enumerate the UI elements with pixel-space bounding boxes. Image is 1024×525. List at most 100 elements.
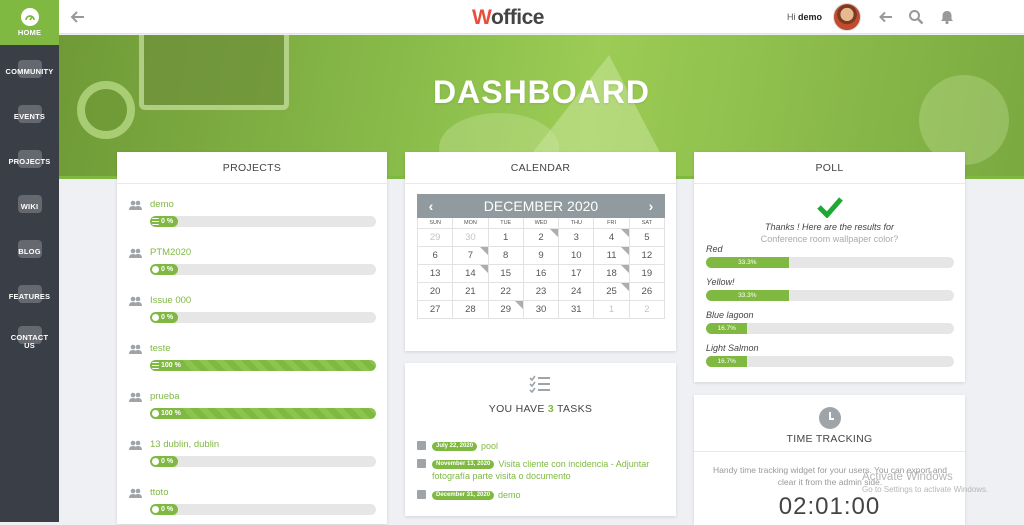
list-icon [152, 362, 159, 369]
calendar-day[interactable]: 4 [594, 229, 630, 247]
project-name[interactable]: PTM2020 [150, 247, 191, 258]
poll-option: Yellow! 33.3% [706, 277, 954, 301]
calendar-day[interactable]: 15 [488, 265, 524, 283]
sidebar-item-label: COMMUNITY [5, 66, 54, 76]
poll-option-fill: 16.7% [706, 356, 748, 367]
task-date-badge: July 22, 2020 [432, 442, 478, 452]
project-name[interactable]: teste [150, 343, 171, 354]
project-name[interactable]: demo [150, 199, 174, 210]
project-progress-bar: 0 % [150, 216, 376, 227]
clock-icon [819, 407, 841, 429]
sidebar-item-contact-us[interactable]: CONTACT US [0, 315, 59, 360]
project-name[interactable]: ttoto [150, 487, 169, 498]
calendar-day[interactable]: 9 [523, 247, 560, 265]
task-content: November 13, 2020 Visita cliente con inci… [432, 458, 652, 482]
project-progress-bar: 0 % [150, 504, 376, 515]
calendar-day[interactable]: 24 [559, 283, 595, 301]
user-greeting: Hi demo [787, 12, 823, 22]
calendar-day[interactable]: 3 [559, 229, 595, 247]
calendar-day[interactable]: 1 [488, 229, 524, 247]
sidebar-item-community[interactable]: COMMUNITY [0, 45, 59, 90]
back-arrow-icon[interactable] [69, 8, 87, 26]
task-checkbox[interactable] [417, 441, 426, 450]
calendar-day[interactable]: 29 [418, 229, 454, 247]
sidebar-item-projects[interactable]: PROJECTS [0, 135, 59, 180]
users-icon [129, 248, 142, 258]
project-name[interactable]: prueba [150, 391, 180, 402]
calendar-day[interactable]: 31 [559, 301, 595, 319]
arrow-left-icon[interactable] [878, 9, 894, 25]
poll-question: Conference room wallpaper color? [760, 234, 899, 244]
task-date-badge: December 31, 2020 [432, 491, 495, 501]
users-icon [129, 488, 142, 498]
tasks-title: YOU HAVE 3 TASKS [488, 403, 593, 415]
project-progress-badge: 0 % [150, 216, 179, 227]
poll-option-bar: 33.3% [706, 290, 954, 301]
logo[interactable]: Woffice [472, 6, 544, 30]
calendar-day[interactable]: 17 [559, 265, 595, 283]
poll-option: Light Salmon 16.7% [706, 343, 954, 367]
calendar-day[interactable]: 26 [629, 283, 665, 301]
calendar-day[interactable]: 27 [418, 301, 454, 319]
calendar-day[interactable]: 29 [488, 301, 524, 319]
calendar-weekday: FRI [594, 218, 630, 229]
calendar-day[interactable]: 19 [629, 265, 665, 283]
poll-option-label: Blue lagoon [706, 310, 754, 320]
calendar-day[interactable]: 11 [594, 247, 630, 265]
sidebar-item-home[interactable]: HOME [0, 0, 59, 45]
calendar-day[interactable]: 22 [488, 283, 524, 301]
sidebar-item-blog[interactable]: BLOG [0, 225, 59, 270]
users-icon [129, 344, 142, 354]
project-progress-bar: 0 % [150, 312, 376, 323]
calendar-day[interactable]: 23 [523, 283, 560, 301]
calendar-day[interactable]: 7 [453, 247, 489, 265]
sidebar-item-events[interactable]: EVENTS [0, 90, 59, 135]
sidebar-item-wiki[interactable]: WIKI [0, 180, 59, 225]
calendar-day[interactable]: 10 [559, 247, 595, 265]
project-progress-badge: 0 % [150, 456, 179, 467]
sidebar-item-features[interactable]: FEATURES [0, 270, 59, 315]
calendar-day[interactable]: 28 [453, 301, 489, 319]
project-progress-badge: 0 % [150, 264, 179, 275]
calendar-day[interactable]: 1 [594, 301, 630, 319]
task-text[interactable]: demo [498, 490, 521, 500]
poll-option-bar: 16.7% [706, 323, 954, 334]
calendar-grid: SUN MON TUE WED THU FRI SAT 29 30 1 2 3 4 5 6 7 8 9 10 11 12… [417, 218, 665, 319]
calendar-next-button[interactable]: › [641, 194, 661, 218]
calendar-day[interactable]: 2 [629, 301, 665, 319]
checklist-icon [529, 375, 550, 393]
project-name[interactable]: 13 dublin, dublin [150, 439, 219, 450]
project-progress-bar: 100 % [150, 408, 376, 419]
sidebar-item-label: PROJECTS [8, 156, 51, 166]
project-progress-bar: 0 % [150, 456, 376, 467]
calendar-day[interactable]: 6 [418, 247, 454, 265]
calendar-day[interactable]: 12 [629, 247, 665, 265]
calendar-day[interactable]: 21 [453, 283, 489, 301]
calendar-day[interactable]: 18 [594, 265, 630, 283]
task-checkbox[interactable] [417, 459, 426, 468]
calendar-day[interactable]: 30 [453, 229, 489, 247]
tasks-card: YOU HAVE 3 TASKS July 22, 2020 pool Novemb… [405, 363, 676, 516]
calendar-prev-button[interactable]: ‹ [421, 194, 441, 218]
calendar-day[interactable]: 2 [523, 229, 560, 247]
calendar-day[interactable]: 16 [523, 265, 560, 283]
clock-icon [152, 506, 159, 513]
calendar-day[interactable]: 20 [418, 283, 454, 301]
calendar-day[interactable]: 25 [594, 283, 630, 301]
calendar-day[interactable]: 14 [453, 265, 489, 283]
time-tracking-timer: 02:01:00 [778, 493, 881, 520]
calendar-day[interactable]: 8 [488, 247, 524, 265]
task-checkbox[interactable] [417, 490, 426, 499]
clock-icon [152, 314, 159, 321]
calendar-day[interactable]: 30 [523, 301, 560, 319]
poll-option: Red 33.3% [706, 244, 954, 268]
project-name[interactable]: Issue 000 [150, 295, 191, 306]
avatar[interactable] [833, 3, 861, 31]
task-content: December 31, 2020 demo [432, 489, 652, 501]
calendar-day[interactable]: 13 [418, 265, 454, 283]
calendar-day[interactable]: 5 [629, 229, 665, 247]
search-icon[interactable] [908, 9, 924, 25]
sidebar-item-label: CONTACT US [10, 332, 49, 350]
task-text[interactable]: pool [481, 441, 498, 451]
bell-icon[interactable] [939, 9, 955, 25]
